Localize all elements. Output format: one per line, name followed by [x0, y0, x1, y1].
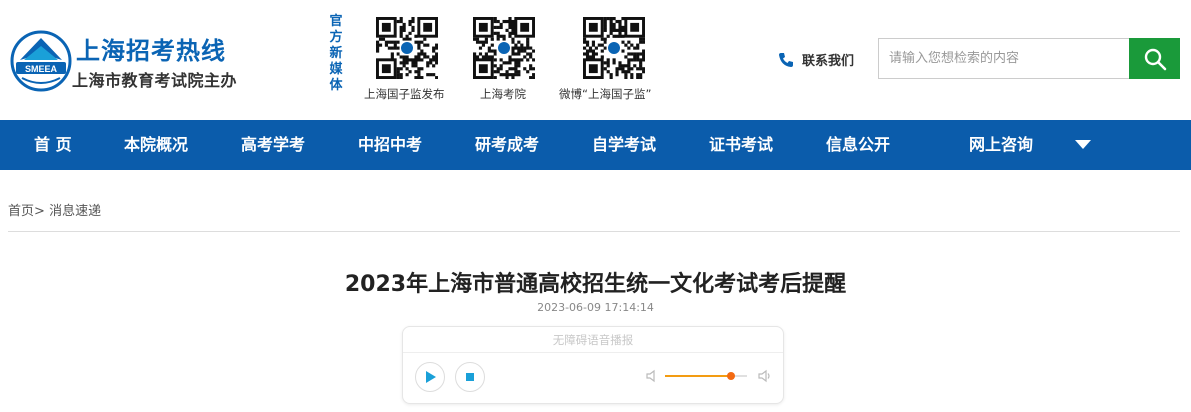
search-icon	[1144, 48, 1166, 70]
stop-button[interactable]	[455, 362, 485, 392]
nav-item-zhongkao[interactable]: 中招中考	[358, 120, 422, 170]
contact-us-label: 联系我们	[802, 54, 855, 69]
volume-slider[interactable]	[665, 372, 747, 380]
divider	[8, 231, 1180, 232]
player-header: 无障碍语音播报	[403, 327, 783, 353]
qr-caption: 上海考院	[480, 87, 526, 101]
contact-us-link[interactable]: 联系我们	[778, 50, 854, 69]
qr-code-icon	[473, 17, 535, 79]
site-title[interactable]: 上海招考热线	[76, 31, 226, 66]
breadcrumb-separator: >	[34, 204, 45, 219]
nav-item-info-disclosure[interactable]: 信息公开	[826, 120, 890, 170]
qr-code-icon	[376, 17, 438, 79]
nav-item-about[interactable]: 本院概况	[124, 120, 188, 170]
nav-item-graduate-exam[interactable]: 研考成考	[475, 120, 539, 170]
article-date: 2023-06-09 17:14:14	[537, 301, 654, 314]
play-icon	[426, 371, 436, 383]
nav-item-home[interactable]: 首 页	[34, 120, 72, 170]
volume-fill	[665, 375, 731, 377]
stop-icon	[466, 373, 474, 381]
search-input[interactable]	[878, 38, 1130, 79]
nav-item-gaokao[interactable]: 高考学考	[241, 120, 305, 170]
qr-code-icon	[583, 17, 645, 79]
main-nav: 首 页 本院概况 高考学考 中招中考 研考成考 自学考试 证书考试 信息公开 网…	[0, 120, 1191, 170]
smeea-logo-icon[interactable]: SMEEA	[10, 30, 72, 92]
site-header: SMEEA 上海招考热线 上海市教育考试院主办 官方新媒体 上海国子监发布 上海…	[0, 0, 1191, 120]
nav-item-online-consult[interactable]: 网上咨询	[969, 120, 1033, 170]
logo-text: SMEEA	[25, 64, 58, 74]
article-title: 2023年上海市普通高校招生统一文化考试考后提醒	[344, 272, 847, 297]
volume-max-icon[interactable]	[757, 369, 773, 383]
breadcrumb-home[interactable]: 首页	[8, 204, 34, 219]
volume-handle[interactable]	[726, 372, 735, 380]
qr-caption: 上海国子监发布	[364, 87, 445, 101]
search-button[interactable]	[1129, 38, 1180, 79]
audio-player: 无障碍语音播报	[402, 326, 784, 404]
nav-item-self-study-exam[interactable]: 自学考试	[592, 120, 656, 170]
official-media-label: 官方新媒体	[329, 14, 343, 93]
nav-item-certificate-exam[interactable]: 证书考试	[709, 120, 773, 170]
play-button[interactable]	[415, 362, 445, 392]
site-subtitle: 上海市教育考试院主办	[72, 71, 238, 90]
qr-caption: 微博“上海国子监”	[559, 87, 652, 101]
volume-mute-icon[interactable]	[645, 369, 659, 383]
caret-down-icon[interactable]	[1075, 140, 1091, 149]
phone-icon	[779, 52, 793, 67]
breadcrumb: 首页> 消息速递	[8, 200, 101, 219]
breadcrumb-current[interactable]: 消息速递	[49, 204, 101, 219]
